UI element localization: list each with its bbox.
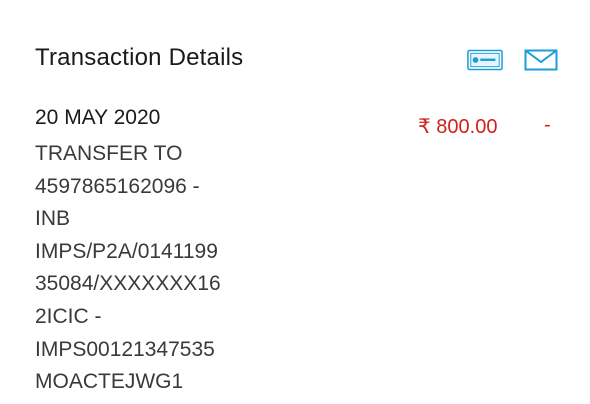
description-line: 2ICIC - [35, 304, 102, 328]
description-line: IMPS/P2A/0141199 [35, 239, 218, 263]
description-line: MOACTEJWG1 [35, 370, 184, 394]
transaction-description: TRANSFER TO 4597865162096 - INB IMPS/P2A… [35, 138, 265, 399]
transaction-amount: ₹ 800.00 [418, 116, 498, 138]
card-statement-icon [467, 49, 503, 71]
balance-value: - [544, 114, 551, 136]
transaction-details-screen: Transaction Details 20 MAY 2020 TRANSFER… [0, 0, 590, 404]
description-line: 4597865162096 - [35, 174, 200, 198]
description-line: INB [35, 207, 71, 231]
description-line: 35084/XXXXXXX16 [35, 272, 221, 296]
email-button[interactable] [523, 48, 559, 72]
mail-icon [524, 49, 558, 71]
description-line: TRANSFER TO [35, 142, 183, 165]
page-title: Transaction Details [35, 44, 244, 71]
statement-card-button[interactable] [467, 48, 503, 72]
transaction-date: 20 MAY 2020 [35, 106, 161, 129]
description-line: IMPS00121347535 [35, 337, 215, 361]
